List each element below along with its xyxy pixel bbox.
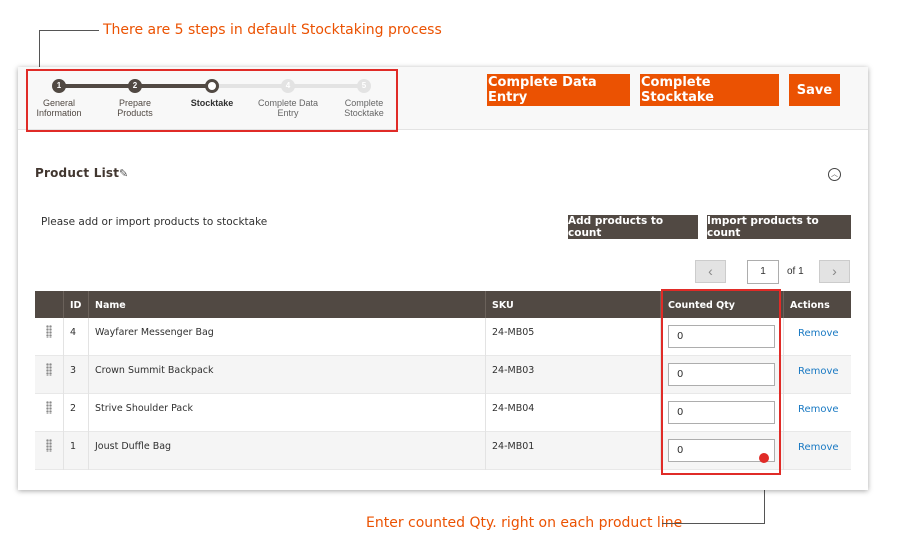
row-id: 1 [70,441,77,452]
product-list-hint: Please add or import products to stockta… [41,216,268,228]
row-id: 2 [70,403,77,414]
annotation-marker-qty [759,453,769,463]
pencil-icon[interactable]: ✎ [119,167,128,180]
next-page-button[interactable]: › [819,260,850,283]
remove-link[interactable]: Remove [798,328,839,339]
row-sku: 24-MB03 [492,365,535,376]
row-name: Joust Duffle Bag [95,441,172,452]
annotation-leader-top-h [39,30,99,31]
product-list-title: Product List [35,166,120,180]
row-name: Wayfarer Messenger Bag [95,327,214,338]
save-button[interactable]: Save [789,74,840,106]
remove-link[interactable]: Remove [798,404,839,415]
drag-handle-icon[interactable] [46,363,52,376]
annotation-qty: Enter counted Qty. right on each product… [366,515,683,531]
add-products-button[interactable]: Add products to count [568,215,698,239]
row-id: 4 [70,327,77,338]
drag-handle-icon[interactable] [46,401,52,414]
counted-qty-highlight-box [661,289,781,475]
page-count: of 1 [787,266,804,277]
steps-highlight-box [26,69,398,132]
row-id: 3 [70,365,77,376]
complete-stocktake-button[interactable]: Complete Stocktake [640,74,779,106]
import-products-button[interactable]: Import products to count [707,215,851,239]
drag-handle-icon[interactable] [46,439,52,452]
annotation-steps: There are 5 steps in default Stocktaking… [103,22,442,38]
previous-page-button[interactable]: ‹ [695,260,726,283]
annotation-leader-bottom-h [662,523,765,524]
remove-link[interactable]: Remove [798,442,839,453]
drag-handle-icon[interactable] [46,325,52,338]
collapse-icon[interactable]: ︿ [828,168,841,181]
column-header-id[interactable]: ID [70,300,81,311]
row-name: Strive Shoulder Pack [95,403,193,414]
column-header-sku[interactable]: SKU [492,300,514,311]
column-header-actions: Actions [790,300,830,311]
remove-link[interactable]: Remove [798,366,839,377]
row-sku: 24-MB05 [492,327,535,338]
row-sku: 24-MB04 [492,403,535,414]
column-header-name[interactable]: Name [95,300,126,311]
row-sku: 24-MB01 [492,441,535,452]
complete-data-entry-button[interactable]: Complete Data Entry [487,74,630,106]
page-number-input[interactable]: 1 [747,260,779,284]
row-name: Crown Summit Backpack [95,365,214,376]
